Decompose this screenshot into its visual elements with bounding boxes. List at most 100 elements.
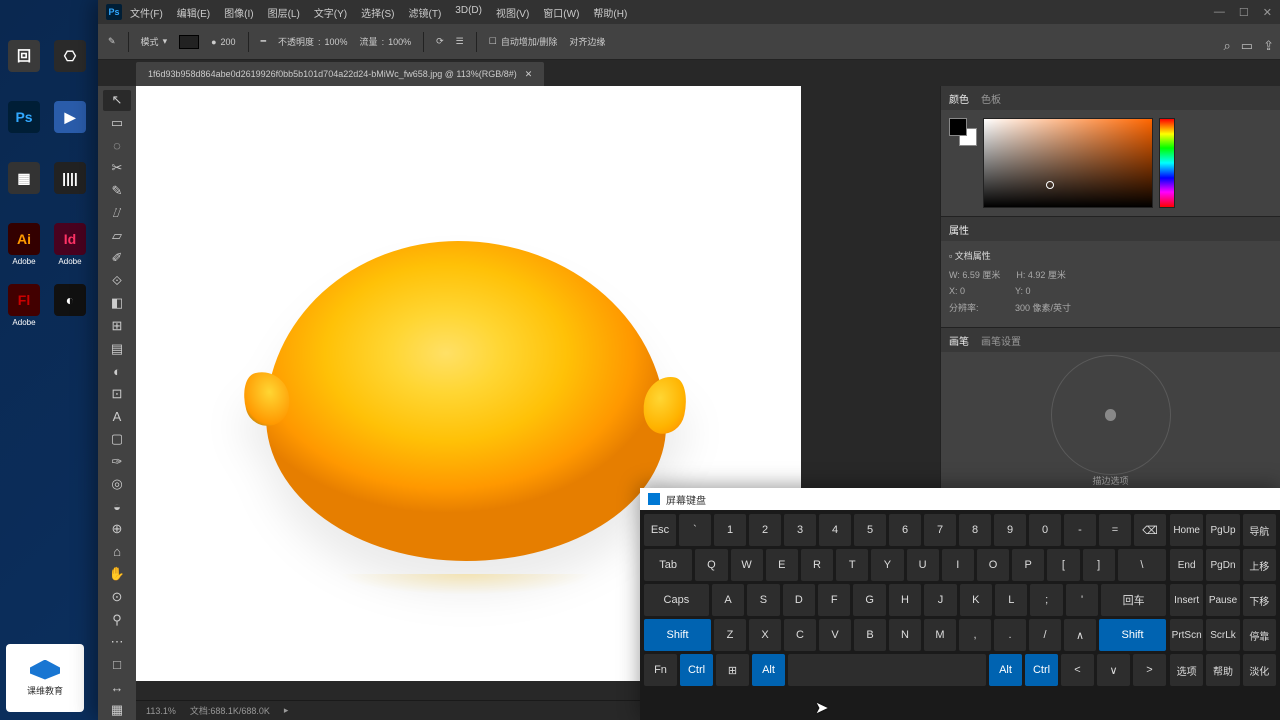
osk-key[interactable]: Z (714, 619, 746, 651)
tool-button[interactable]: ✑ (103, 451, 131, 472)
brush-angle-preview[interactable] (949, 360, 1272, 470)
tool-button[interactable]: ◎ (103, 474, 131, 495)
osk-key[interactable]: H (889, 584, 921, 616)
tab-color[interactable]: 颜色 (949, 91, 969, 106)
desktop-icon[interactable]: FlAdobe (4, 284, 44, 339)
tool-button[interactable]: ↖ (103, 90, 131, 111)
osk-key[interactable]: 3 (784, 514, 816, 546)
osk-key[interactable]: 4 (819, 514, 851, 546)
osk-side-key[interactable]: PgUp (1206, 514, 1239, 546)
mode-label[interactable]: 模式 ▾ (141, 35, 168, 48)
osk-key[interactable]: 7 (924, 514, 956, 546)
osk-side-key[interactable]: End (1170, 549, 1203, 581)
osk-side-key[interactable]: PgDn (1206, 549, 1239, 581)
osk-key[interactable]: C (784, 619, 816, 651)
menu-item[interactable]: 编辑(E) (177, 5, 210, 20)
osk-side-key[interactable]: 选项 (1170, 654, 1203, 686)
tool-button[interactable]: ⌂ (103, 542, 131, 563)
osk-key[interactable]: Fn (644, 654, 677, 686)
menu-item[interactable]: 文件(F) (130, 5, 163, 20)
osk-side-key[interactable]: 淡化 (1243, 654, 1276, 686)
osk-side-key[interactable]: 帮助 (1206, 654, 1239, 686)
tool-button[interactable]: ▭ (103, 113, 131, 134)
desktop-icon[interactable]: 回 (4, 40, 44, 95)
osk-key[interactable]: P (1012, 549, 1044, 581)
minimize-button[interactable]: — (1214, 6, 1225, 19)
osk-key[interactable]: ⌫ (1134, 514, 1166, 546)
brush-size[interactable]: ● 200 (211, 37, 235, 47)
tool-button[interactable]: ◧ (103, 293, 131, 314)
osk-key[interactable]: 2 (749, 514, 781, 546)
osk-side-key[interactable]: 导航 (1243, 514, 1276, 546)
osk-key[interactable]: L (995, 584, 1027, 616)
menu-item[interactable]: 视图(V) (496, 5, 529, 20)
menu-item[interactable]: 选择(S) (361, 5, 394, 20)
tool-button[interactable]: ✐ (103, 248, 131, 269)
tool-button[interactable]: ⊞ (103, 316, 131, 337)
desktop-icon[interactable]: |||| (50, 162, 90, 217)
tool-button[interactable]: ▤ (103, 338, 131, 359)
tab-brush-settings[interactable]: 画笔设置 (981, 333, 1021, 348)
osk-key[interactable]: 5 (854, 514, 886, 546)
osk-side-key[interactable]: 下移 (1243, 584, 1276, 616)
tool-button[interactable]: ↔ (103, 677, 131, 698)
osk-key[interactable]: X (749, 619, 781, 651)
osk-key[interactable]: 8 (959, 514, 991, 546)
desktop-icon[interactable]: AiAdobe (4, 223, 44, 278)
osk-title-bar[interactable]: 屏幕键盘 (640, 488, 1280, 510)
osk-key[interactable]: J (924, 584, 956, 616)
osk-key[interactable]: 回车 (1101, 584, 1166, 616)
color-field[interactable] (983, 118, 1153, 208)
tool-button[interactable]: ⊡ (103, 384, 131, 405)
align-edges[interactable]: 对齐边缘 (569, 35, 605, 48)
osk-key[interactable]: - (1064, 514, 1096, 546)
osk-key[interactable]: M (924, 619, 956, 651)
osk-side-key[interactable]: ScrLk (1206, 619, 1239, 651)
osk-key[interactable]: < (1061, 654, 1094, 686)
osk-key[interactable]: ; (1030, 584, 1062, 616)
osk-key[interactable]: T (836, 549, 868, 581)
osk-key[interactable]: G (853, 584, 885, 616)
osk-key[interactable]: > (1133, 654, 1166, 686)
osk-key[interactable]: O (977, 549, 1009, 581)
brush-preview-swatch[interactable] (179, 35, 199, 49)
close-tab-icon[interactable]: ✕ (525, 69, 533, 80)
close-button[interactable]: ✕ (1263, 6, 1272, 19)
tool-button[interactable]: ▦ (103, 700, 131, 720)
tool-button[interactable]: ✋ (103, 564, 131, 585)
osk-key[interactable]: ∧ (1064, 619, 1096, 651)
osk-key[interactable]: ∨ (1097, 654, 1130, 686)
menu-item[interactable]: 图层(L) (268, 5, 300, 20)
opacity-control[interactable]: 不透明度: 100% (278, 35, 348, 48)
osk-key[interactable]: Q (695, 549, 727, 581)
tool-button[interactable]: ✂ (103, 158, 131, 179)
tool-button[interactable]: ✎ (103, 180, 131, 201)
osk-key[interactable]: S (747, 584, 779, 616)
options-right-icon[interactable]: ⌕ (1224, 38, 1231, 54)
menu-item[interactable]: 文字(Y) (314, 5, 347, 20)
desktop-icon[interactable]: ⎔ (50, 40, 90, 95)
tool-button[interactable]: ⊙ (103, 587, 131, 608)
desktop-icon[interactable]: ▶ (50, 101, 90, 156)
tool-button[interactable]: ◒ (103, 496, 131, 517)
osk-key[interactable]: V (819, 619, 851, 651)
osk-key[interactable]: ⊞ (716, 654, 749, 686)
tool-button[interactable]: ⚲ (103, 609, 131, 630)
options-right-icon[interactable]: ▭ (1241, 38, 1253, 54)
tool-button[interactable]: ⊕ (103, 519, 131, 540)
tool-button[interactable]: ◌ (103, 135, 131, 156)
menu-item[interactable]: 帮助(H) (593, 5, 627, 20)
osk-side-key[interactable]: Insert (1170, 584, 1203, 616)
osk-key[interactable]: Y (871, 549, 903, 581)
desktop-icon[interactable]: IdAdobe (50, 223, 90, 278)
desktop-icon[interactable]: Ps (4, 101, 44, 156)
osk-key[interactable]: [ (1047, 549, 1079, 581)
osk-key[interactable]: Ctrl (680, 654, 713, 686)
osk-key[interactable]: D (783, 584, 815, 616)
menu-item[interactable]: 滤镜(T) (409, 5, 442, 20)
menu-item[interactable]: 3D(D) (455, 5, 482, 20)
tool-button[interactable]: ⟐ (103, 271, 131, 292)
osk-key[interactable]: E (766, 549, 798, 581)
osk-side-key[interactable]: PrtScn (1170, 619, 1203, 651)
osk-key[interactable]: N (889, 619, 921, 651)
